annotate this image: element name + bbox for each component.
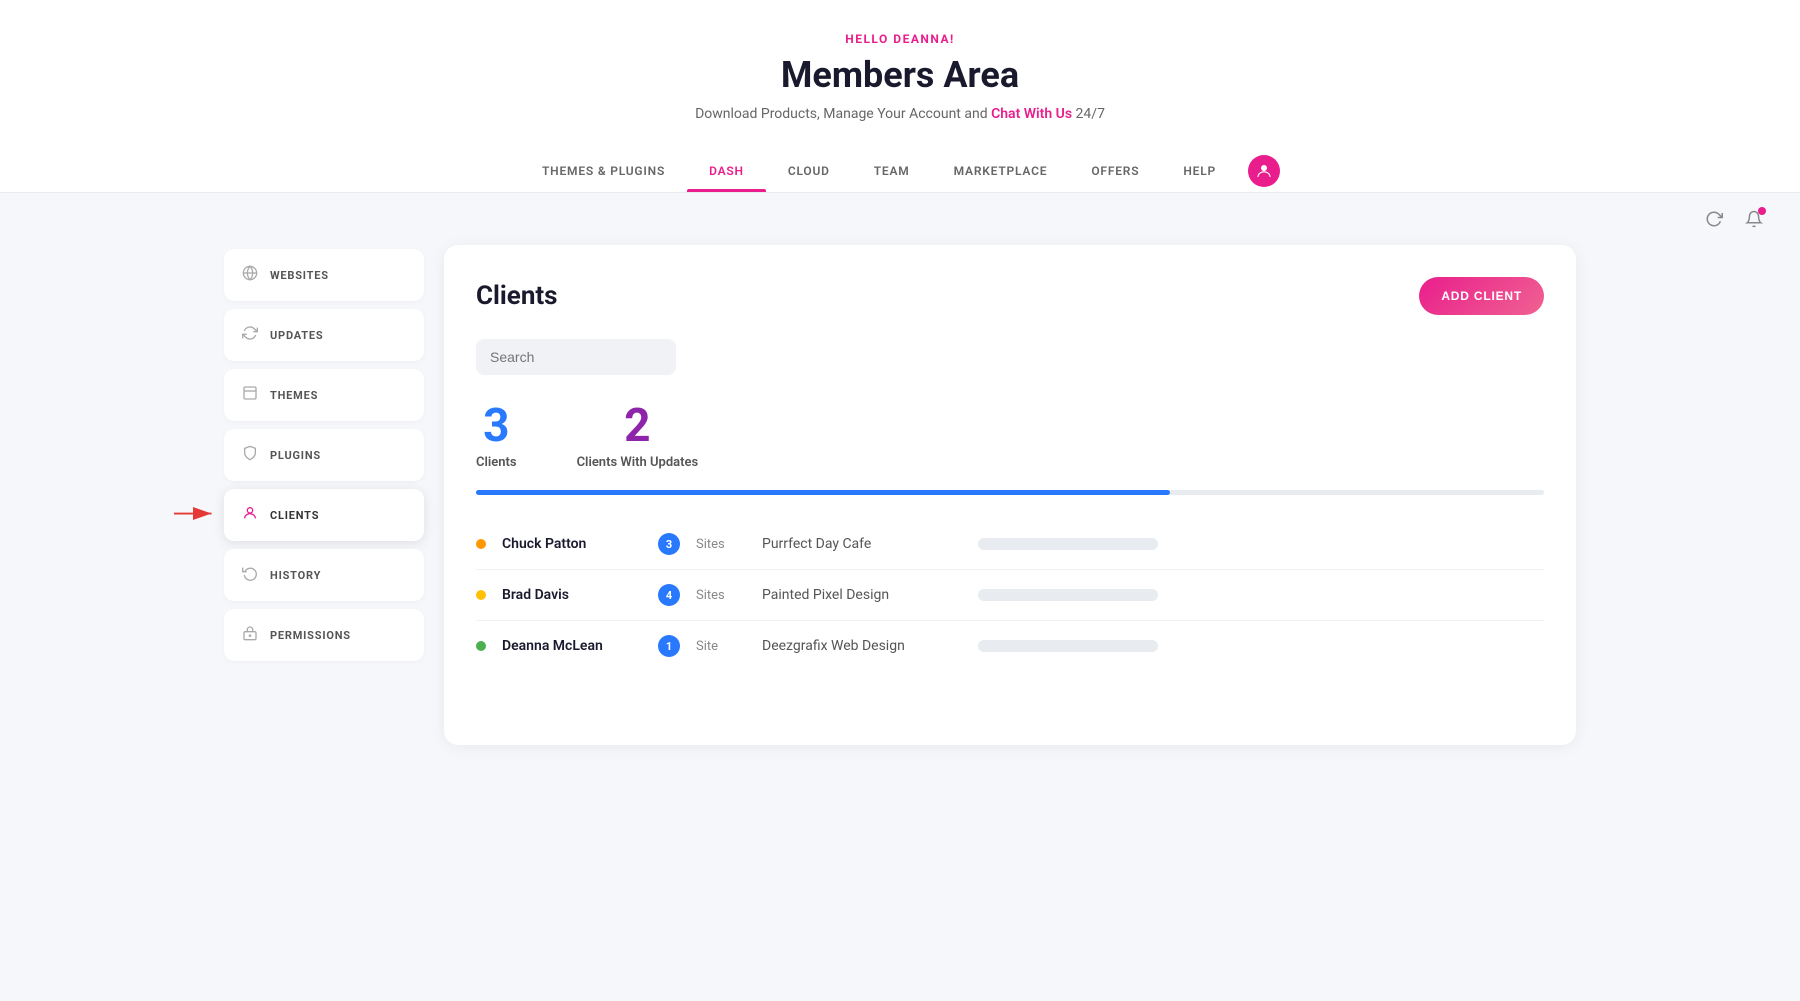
sidebar: WEBSITES UPDATES THEMES PLUGINS [224,245,424,661]
page-main-title: Members Area [20,54,1780,96]
status-dot-orange [476,539,486,549]
sidebar-item-updates-label: UPDATES [270,329,323,342]
main-nav: THEMES & PLUGINS DASH CLOUD TEAM MARKETP… [20,150,1780,192]
stat-clients-count: 3 [476,403,517,449]
status-dot-yellow [476,590,486,600]
sidebar-item-themes-label: THEMES [270,389,318,402]
progress-bar-background [476,490,1544,495]
stat-updates: 2 Clients With Updates [577,403,699,470]
sidebar-item-plugins-label: PLUGINS [270,449,321,462]
permissions-icon [242,625,258,645]
blurred-info [978,538,1158,550]
content-header: Clients ADD CLIENT [476,277,1544,315]
progress-bar-fill [476,490,1170,495]
hello-greeting: HELLO DEANNA! [20,32,1780,46]
table-row[interactable]: Deanna McLean 1 Site Deezgrafix Web Desi… [476,621,1544,671]
nav-item-offers[interactable]: OFFERS [1069,150,1161,192]
search-input[interactable] [476,339,676,375]
main-layout: WEBSITES UPDATES THEMES PLUGINS [200,245,1600,785]
client-list: Chuck Patton 3 Sites Purrfect Day Cafe B… [476,519,1544,671]
clients-icon [242,505,258,525]
table-row[interactable]: Chuck Patton 3 Sites Purrfect Day Cafe [476,519,1544,570]
themes-icon [242,385,258,405]
sidebar-item-websites-label: WEBSITES [270,269,329,282]
clients-page-title: Clients [476,281,558,311]
subtitle-end: 24/7 [1072,106,1105,122]
nav-item-marketplace[interactable]: MARKETPLACE [932,150,1070,192]
stat-clients-label: Clients [476,455,517,470]
add-client-button[interactable]: ADD CLIENT [1419,277,1544,315]
stat-updates-label: Clients With Updates [577,455,699,470]
sidebar-item-history-label: HISTORY [270,569,321,582]
notifications-icon[interactable] [1740,205,1768,233]
table-row[interactable]: Brad Davis 4 Sites Painted Pixel Design [476,570,1544,621]
toolbar-row [0,193,1800,245]
arrow-indicator [174,499,219,532]
refresh-icon[interactable] [1700,205,1728,233]
subtitle-start: Download Products, Manage Your Account a… [695,106,991,122]
sidebar-item-permissions-label: PERMISSIONS [270,629,351,642]
nav-item-team[interactable]: TEAM [852,150,932,192]
user-avatar[interactable] [1248,155,1280,187]
nav-item-cloud[interactable]: CLOUD [766,150,852,192]
sidebar-item-plugins[interactable]: PLUGINS [224,429,424,481]
updates-icon [242,325,258,345]
sites-badge: 1 [658,635,680,657]
status-dot-green [476,641,486,651]
sidebar-item-history[interactable]: HISTORY [224,549,424,601]
history-icon [242,565,258,585]
sidebar-item-themes[interactable]: THEMES [224,369,424,421]
stats-row: 3 Clients 2 Clients With Updates [476,403,1544,470]
sidebar-item-websites[interactable]: WEBSITES [224,249,424,301]
sidebar-item-clients-label: CLIENTS [270,509,319,522]
company-name: Purrfect Day Cafe [762,536,962,552]
stat-updates-count: 2 [577,403,699,449]
company-name: Deezgrafix Web Design [762,638,962,654]
nav-item-help[interactable]: HELP [1161,150,1238,192]
notification-dot [1758,207,1766,215]
client-name: Deanna McLean [502,638,642,654]
sidebar-item-permissions[interactable]: PERMISSIONS [224,609,424,661]
sites-label: Site [696,639,746,654]
sites-label: Sites [696,537,746,552]
globe-icon [242,265,258,285]
client-name: Chuck Patton [502,536,642,552]
sidebar-item-clients[interactable]: CLIENTS [224,489,424,541]
content-area: Clients ADD CLIENT 3 Clients 2 Clients W… [444,245,1576,745]
sites-badge: 3 [658,533,680,555]
page-header: HELLO DEANNA! Members Area Download Prod… [0,0,1800,193]
nav-item-dash[interactable]: DASH [687,150,766,192]
company-name: Painted Pixel Design [762,587,962,603]
blurred-info [978,640,1158,652]
stat-clients: 3 Clients [476,403,517,470]
sidebar-item-updates[interactable]: UPDATES [224,309,424,361]
nav-item-themes-plugins[interactable]: THEMES & PLUGINS [520,150,687,192]
sites-badge: 4 [658,584,680,606]
blurred-info [978,589,1158,601]
plugins-icon [242,445,258,465]
client-name: Brad Davis [502,587,642,603]
sites-label: Sites [696,588,746,603]
chat-link[interactable]: Chat With Us [991,106,1072,122]
subtitle: Download Products, Manage Your Account a… [20,106,1780,122]
